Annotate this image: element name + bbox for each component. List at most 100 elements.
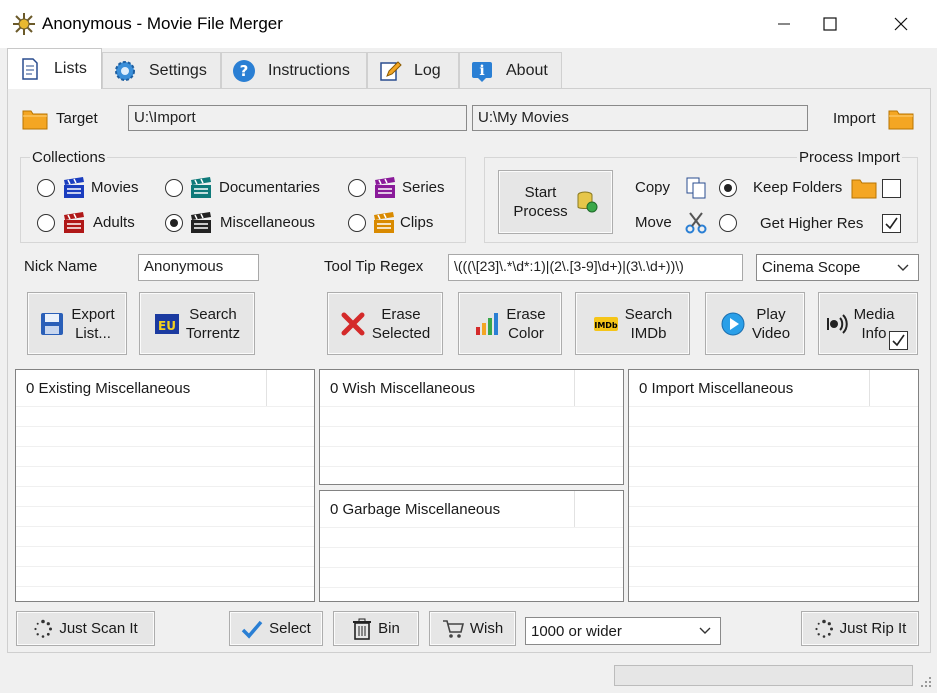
checkmark-icon bbox=[892, 334, 905, 347]
wish-list-rows bbox=[320, 406, 623, 484]
svg-text:i: i bbox=[479, 63, 484, 79]
document-icon bbox=[22, 58, 38, 80]
select-button[interactable]: Select bbox=[229, 611, 323, 646]
movies-path-field[interactable]: U:\My Movies bbox=[472, 105, 808, 131]
garbage-list-rows bbox=[320, 527, 623, 601]
minimize-button[interactable] bbox=[761, 0, 807, 48]
gear-db-icon bbox=[577, 191, 598, 213]
info-icon: i bbox=[472, 61, 492, 82]
help-icon: ? bbox=[233, 59, 255, 82]
higher-res-label: Get Higher Res bbox=[760, 215, 864, 232]
radio-copy[interactable] bbox=[719, 179, 737, 197]
play-icon bbox=[721, 312, 745, 335]
export-line1: Export bbox=[71, 305, 115, 323]
app-logo-icon bbox=[13, 13, 35, 35]
erase-color-line2: Color bbox=[508, 324, 544, 342]
clapper-documentaries-icon bbox=[191, 177, 211, 198]
gear-icon bbox=[115, 60, 135, 81]
process-import-title: Process Import bbox=[797, 149, 902, 166]
garbage-list[interactable]: 0 Garbage Miscellaneous bbox=[319, 490, 624, 602]
existing-list[interactable]: 0 Existing Miscellaneous bbox=[15, 369, 315, 602]
tab-label: Instructions bbox=[268, 61, 350, 79]
select-label: Select bbox=[269, 620, 311, 637]
keep-folders-label: Keep Folders bbox=[753, 179, 843, 196]
progress-bar bbox=[614, 665, 913, 686]
tab-label: Lists bbox=[54, 60, 87, 77]
folder-icon[interactable] bbox=[22, 108, 48, 130]
radio-miscellaneous[interactable] bbox=[165, 214, 183, 232]
import-folder-icon[interactable] bbox=[888, 108, 914, 130]
search-torrentz-button[interactable]: EU Search Torrentz bbox=[139, 292, 255, 355]
erase-selected-line2: Selected bbox=[371, 324, 431, 342]
maximize-button[interactable] bbox=[807, 0, 853, 48]
export-list-button[interactable]: Export List... bbox=[27, 292, 127, 355]
documentaries-label: Documentaries bbox=[219, 179, 320, 196]
target-label: Target bbox=[56, 110, 98, 127]
size-filter-dropdown[interactable]: 1000 or wider bbox=[525, 617, 721, 645]
check-icon bbox=[241, 620, 263, 639]
media-info-line1: Media bbox=[853, 305, 895, 323]
nick-name-input[interactable]: Anonymous bbox=[138, 254, 259, 281]
tab-lists[interactable]: Lists bbox=[7, 48, 102, 89]
start-line2: Process bbox=[513, 203, 568, 220]
chevron-down-icon bbox=[897, 264, 909, 271]
play-line1: Play bbox=[756, 305, 786, 323]
regex-input[interactable]: \(((\[23]\.*\d*:1)|(2\.[3-9]\d+)|(3\.\d+… bbox=[448, 254, 743, 281]
spinner-icon bbox=[815, 619, 833, 638]
clapper-miscellaneous-icon bbox=[191, 212, 211, 233]
import-list[interactable]: 0 Import Miscellaneous bbox=[628, 369, 919, 602]
erase-selected-button[interactable]: Erase Selected bbox=[327, 292, 443, 355]
tab-label: Log bbox=[414, 61, 441, 79]
chevron-down-icon bbox=[699, 627, 711, 634]
erase-color-line1: Erase bbox=[506, 305, 546, 323]
radio-clips[interactable] bbox=[348, 214, 366, 232]
just-scan-button[interactable]: Just Scan It bbox=[16, 611, 155, 646]
minimize-icon bbox=[778, 23, 790, 25]
media-info-checkbox[interactable] bbox=[889, 331, 908, 350]
tab-settings[interactable]: Settings bbox=[102, 52, 221, 88]
spinner-icon bbox=[34, 619, 53, 638]
keep-folders-icon bbox=[851, 179, 877, 199]
copy-icon bbox=[686, 177, 706, 199]
close-button[interactable] bbox=[878, 0, 924, 48]
resize-grip-icon[interactable] bbox=[919, 675, 933, 689]
imdb-line1: Search bbox=[624, 305, 673, 323]
play-line2: Video bbox=[751, 324, 791, 342]
keep-folders-checkbox[interactable] bbox=[882, 179, 901, 198]
start-process-button[interactable]: Start Process bbox=[498, 170, 613, 234]
play-video-button[interactable]: Play Video bbox=[705, 292, 805, 355]
adults-label: Adults bbox=[93, 214, 135, 231]
existing-list-header: 0 Existing Miscellaneous bbox=[26, 380, 191, 397]
clapper-series-icon bbox=[375, 177, 395, 198]
target-path-field[interactable]: U:\Import bbox=[128, 105, 467, 131]
radio-move[interactable] bbox=[719, 214, 737, 232]
svg-text:EU: EU bbox=[158, 319, 176, 333]
imdb-line2: IMDb bbox=[630, 324, 667, 342]
tab-log[interactable]: Log bbox=[367, 52, 459, 88]
garbage-list-header: 0 Garbage Miscellaneous bbox=[330, 501, 501, 518]
tab-instructions[interactable]: ? Instructions bbox=[221, 52, 367, 88]
just-scan-label: Just Scan It bbox=[59, 620, 138, 637]
search-imdb-button[interactable]: IMDb Search IMDb bbox=[575, 292, 690, 355]
wish-list[interactable]: 0 Wish Miscellaneous bbox=[319, 369, 624, 485]
wish-label: Wish bbox=[469, 620, 504, 637]
higher-res-checkbox[interactable] bbox=[882, 214, 901, 233]
radio-series[interactable] bbox=[348, 179, 366, 197]
tab-label: Settings bbox=[149, 61, 207, 79]
maximize-icon bbox=[823, 17, 837, 31]
erase-x-icon bbox=[341, 312, 365, 335]
just-rip-button[interactable]: Just Rip It bbox=[801, 611, 919, 646]
aspect-value: Cinema Scope bbox=[762, 259, 861, 276]
radio-documentaries[interactable] bbox=[165, 179, 183, 197]
bin-button[interactable]: Bin bbox=[333, 611, 419, 646]
nick-name-label: Nick Name bbox=[24, 258, 98, 275]
wish-button[interactable]: Wish bbox=[429, 611, 516, 646]
tab-about[interactable]: i About bbox=[459, 52, 562, 88]
radio-movies[interactable] bbox=[37, 179, 55, 197]
svg-text:?: ? bbox=[240, 62, 249, 80]
torrentz-eu-icon: EU bbox=[154, 313, 179, 334]
import-label: Import bbox=[833, 110, 876, 127]
radio-adults[interactable] bbox=[37, 214, 55, 232]
aspect-dropdown[interactable]: Cinema Scope bbox=[756, 254, 919, 281]
erase-color-button[interactable]: Erase Color bbox=[458, 292, 562, 355]
